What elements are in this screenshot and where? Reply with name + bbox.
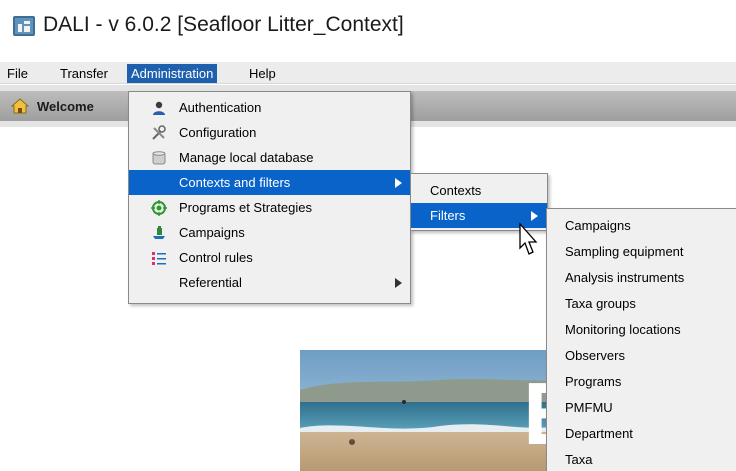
filter-item-taxa-groups[interactable]: Taxa groups: [547, 291, 736, 316]
filter-label-pmfmu: PMFMU: [565, 400, 613, 415]
filter-label-department: Department: [565, 426, 633, 441]
menu-label-referential: Referential: [179, 275, 242, 290]
filter-item-observers[interactable]: Observers: [547, 343, 736, 368]
menu-item-programs-strategies[interactable]: Programs et Strategies: [129, 195, 410, 220]
filter-item-monitoring-locations[interactable]: Monitoring locations: [547, 317, 736, 342]
menu-item-manage-local-database[interactable]: Manage local database: [129, 145, 410, 170]
submenu-arrow-icon: [531, 211, 538, 221]
seaside-photo: [300, 350, 560, 471]
app-icon: [13, 16, 35, 36]
menu-label-control-rules: Control rules: [179, 250, 253, 265]
filter-label-taxa: Taxa: [565, 452, 593, 467]
target-icon: [151, 200, 167, 216]
menu-item-configuration[interactable]: Configuration: [129, 120, 410, 145]
filter-label-taxa-groups: Taxa groups: [565, 296, 636, 311]
menu-file[interactable]: File: [3, 64, 32, 83]
menu-label-configuration: Configuration: [179, 125, 257, 140]
filter-item-pmfmu[interactable]: PMFMU: [547, 395, 736, 420]
mouse-cursor-icon: [519, 222, 538, 255]
user-icon: [153, 101, 165, 115]
menu-transfer[interactable]: Transfer: [56, 64, 112, 83]
filter-label-sampling-equipment: Sampling equipment: [565, 244, 684, 259]
menu-item-campaigns[interactable]: Campaigns: [129, 220, 410, 245]
filter-label-observers: Observers: [565, 348, 625, 363]
menu-item-control-rules[interactable]: Control rules: [129, 245, 410, 270]
menu-label-authentication: Authentication: [179, 100, 262, 115]
menu-help[interactable]: Help: [245, 64, 280, 83]
menu-label-contexts-and-filters: Contexts and filters: [179, 175, 291, 190]
menu-item-authentication[interactable]: Authentication: [129, 95, 410, 120]
filter-label-campaigns: Campaigns: [565, 218, 631, 233]
filter-label-monitoring-locations: Monitoring locations: [565, 322, 681, 337]
home-icon[interactable]: [11, 98, 29, 114]
filter-item-taxa[interactable]: Taxa: [547, 447, 736, 471]
menu-item-contexts[interactable]: Contexts: [411, 178, 547, 203]
menu-label-manage-local-database: Manage local database: [179, 150, 314, 165]
rules-icon: [152, 252, 166, 265]
filter-item-sampling-equipment[interactable]: Sampling equipment: [547, 239, 736, 264]
menu-label-contexts: Contexts: [430, 183, 482, 198]
administration-menu: Authentication Configuration Manage loca…: [128, 91, 411, 304]
campaign-icon: [153, 226, 165, 239]
menu-bar: File Transfer Administration Help: [0, 62, 736, 84]
window-title: DALI - v 6.0.2 [Seafloor Litter_Context]: [43, 13, 404, 36]
menu-label-filters: Filters: [430, 208, 466, 223]
filters-submenu: Campaigns Sampling equipment Analysis in…: [546, 208, 736, 471]
filter-label-analysis-instruments: Analysis instruments: [565, 270, 685, 285]
welcome-tab[interactable]: Welcome: [37, 99, 94, 114]
menu-administration[interactable]: Administration: [127, 64, 218, 83]
filter-item-department[interactable]: Department: [547, 421, 736, 446]
filter-item-campaigns[interactable]: Campaigns: [547, 213, 736, 238]
tools-icon: [152, 125, 166, 140]
submenu-arrow-icon: [395, 178, 402, 188]
filter-item-analysis-instruments[interactable]: Analysis instruments: [547, 265, 736, 290]
menu-label-programs-strategies: Programs et Strategies: [179, 200, 312, 215]
filter-item-programs[interactable]: Programs: [547, 369, 736, 394]
database-icon: [152, 151, 166, 165]
menu-label-campaigns: Campaigns: [179, 225, 245, 240]
filter-label-programs: Programs: [565, 374, 622, 389]
menu-item-contexts-and-filters[interactable]: Contexts and filters: [129, 170, 410, 195]
title-bar: DALI - v 6.0.2 [Seafloor Litter_Context]: [0, 0, 736, 58]
submenu-arrow-icon: [395, 278, 402, 288]
menu-item-referential[interactable]: Referential: [129, 270, 410, 295]
